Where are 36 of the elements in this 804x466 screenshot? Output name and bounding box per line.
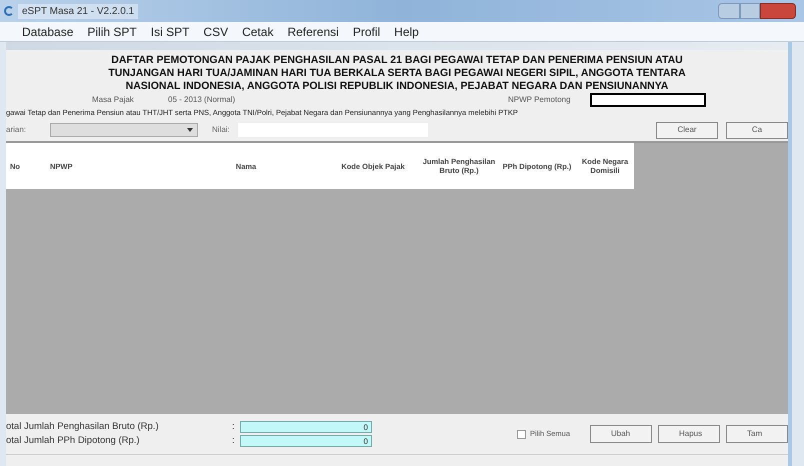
report-heading: NASIONAL INDONESIA, ANGGOTA POLISI REPUBLIK INDONESIA, PEJABAT NEGARA DAN PENSIUNANNYA (126, 80, 668, 93)
report-heading: DAFTAR PEMOTONGAN PAJAK PENGHASILAN PASAL 21 BAGI PEGAWAI TETAP DAN PENERIMA PENSIUN ATAU (111, 54, 683, 67)
menu-item[interactable]: Profil (352, 22, 380, 40)
colon-text: : (232, 420, 236, 434)
maximize-button[interactable] (740, 3, 760, 19)
menu-item[interactable]: CSV (203, 22, 228, 40)
close-button[interactable] (760, 3, 796, 19)
caret-icon (187, 128, 193, 132)
total-field: 0 (240, 435, 372, 447)
action-button[interactable]: Hapus (658, 425, 720, 443)
colon-text: : (232, 434, 236, 448)
menu-item[interactable]: Help (394, 22, 419, 40)
menu-item[interactable]: Isi SPT (150, 22, 190, 40)
filter-button[interactable]: Clear (656, 122, 718, 138)
field-label: NPWP Pemotong (508, 94, 572, 106)
minimize-button[interactable] (718, 3, 740, 19)
total-label: otal Jumlah Penghasilan Bruto (Rp.) (6, 420, 160, 434)
filter-label: arian: (6, 124, 28, 136)
menu-item[interactable]: Cetak (242, 22, 274, 40)
field-value: 05 - 2013 (Normal) (168, 94, 236, 106)
action-button[interactable]: Ubah (590, 425, 652, 443)
npwp-field[interactable] (590, 93, 706, 107)
menu-item[interactable]: Referensi (287, 22, 339, 40)
filter-button[interactable]: Ca (726, 122, 788, 138)
report-heading: TUNJANGAN HARI TUA/JAMINAN HARI TUA BERKALA SERTA BAGI PEGAWAI NEGERI SIPIL, ANGGOTA TENTARA (108, 67, 686, 80)
menu-item[interactable]: Database (22, 22, 74, 40)
menu-item[interactable]: Pilih SPT (87, 22, 137, 40)
filter-label: Nilai: (212, 124, 230, 136)
window-title: eSPT Masa 21 - V2.2.0.1 (18, 4, 138, 18)
filter-dropdown[interactable] (50, 123, 198, 137)
action-button[interactable]: Tam (726, 425, 788, 443)
app-icon (4, 6, 14, 16)
total-label: otal Jumlah PPh Dipotong (Rp.) (6, 434, 141, 448)
field-label: Masa Pajak (92, 94, 135, 106)
total-field: 0 (240, 421, 372, 433)
select-all-checkbox[interactable] (516, 430, 526, 438)
